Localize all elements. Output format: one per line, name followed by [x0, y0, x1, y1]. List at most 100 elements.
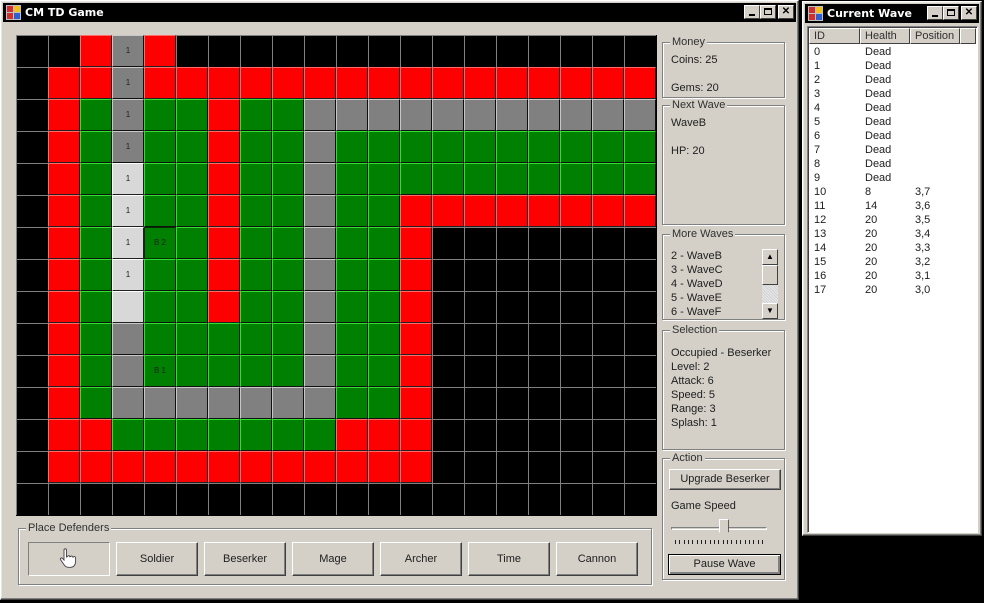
wave-row[interactable]: 2 Dead: [809, 73, 960, 87]
grid-cell[interactable]: [432, 419, 464, 451]
grid-cell[interactable]: [336, 419, 368, 451]
grid-cell[interactable]: [208, 131, 240, 163]
wave-row[interactable]: 1 Dead: [809, 59, 960, 73]
grid-cell[interactable]: [304, 291, 336, 323]
grid-cell[interactable]: [272, 483, 304, 515]
grid-cell[interactable]: [144, 419, 176, 451]
grid-cell[interactable]: [528, 67, 560, 99]
grid-cell[interactable]: [208, 483, 240, 515]
pause-wave-button[interactable]: Pause Wave: [668, 554, 781, 575]
grid-cell[interactable]: [16, 451, 48, 483]
wave-row[interactable]: 3 Dead: [809, 87, 960, 101]
grid-cell[interactable]: [496, 291, 528, 323]
grid-cell[interactable]: [144, 451, 176, 483]
grid-cell[interactable]: [592, 483, 624, 515]
grid-cell[interactable]: [592, 323, 624, 355]
grid-cell[interactable]: [112, 323, 144, 355]
grid-cell[interactable]: [432, 131, 464, 163]
grid-cell[interactable]: [48, 323, 80, 355]
grid-cell[interactable]: [336, 323, 368, 355]
grid-cell[interactable]: [528, 195, 560, 227]
grid-cell[interactable]: [208, 323, 240, 355]
grid-cell[interactable]: [144, 99, 176, 131]
grid-cell[interactable]: [560, 451, 592, 483]
grid-cell[interactable]: [528, 323, 560, 355]
grid-cell[interactable]: [464, 259, 496, 291]
grid-cell[interactable]: [304, 99, 336, 131]
grid-cell[interactable]: [624, 451, 656, 483]
grid-cell[interactable]: [304, 163, 336, 195]
grid-cell[interactable]: [624, 227, 656, 259]
grid-cell[interactable]: [80, 419, 112, 451]
grid-cell[interactable]: [272, 291, 304, 323]
grid-cell[interactable]: [336, 131, 368, 163]
grid-cell[interactable]: [272, 259, 304, 291]
grid-cell[interactable]: [560, 195, 592, 227]
grid-cell[interactable]: [400, 323, 432, 355]
wave-row[interactable]: 7 Dead: [809, 143, 960, 157]
grid-cell-selected[interactable]: B 2: [144, 227, 176, 259]
grid-cell[interactable]: [496, 387, 528, 419]
grid-cell[interactable]: 1: [112, 35, 144, 67]
defender-button-time[interactable]: Time: [468, 542, 550, 576]
grid-cell[interactable]: [592, 291, 624, 323]
defender-button-beserker[interactable]: Beserker: [204, 542, 286, 576]
grid-cell[interactable]: [48, 67, 80, 99]
scroll-down-button[interactable]: ▼: [762, 303, 778, 319]
grid-cell[interactable]: [624, 291, 656, 323]
grid-cell[interactable]: [176, 163, 208, 195]
grid-cell[interactable]: [528, 387, 560, 419]
grid-cell[interactable]: [624, 99, 656, 131]
slider-thumb[interactable]: [718, 519, 729, 537]
grid-cell[interactable]: [240, 259, 272, 291]
grid-cell[interactable]: [368, 67, 400, 99]
grid-cell[interactable]: [496, 67, 528, 99]
grid-cell[interactable]: [464, 355, 496, 387]
grid-cell[interactable]: [80, 291, 112, 323]
grid-cell[interactable]: [272, 99, 304, 131]
wave-row[interactable]: 8 Dead: [809, 157, 960, 171]
grid-cell[interactable]: [592, 419, 624, 451]
grid-cell[interactable]: [496, 227, 528, 259]
grid-cell[interactable]: [560, 419, 592, 451]
grid-cell[interactable]: [144, 259, 176, 291]
grid-cell[interactable]: [272, 163, 304, 195]
grid-cell[interactable]: [48, 259, 80, 291]
grid-cell[interactable]: [368, 291, 400, 323]
grid-cell[interactable]: [336, 67, 368, 99]
grid-cell[interactable]: [528, 451, 560, 483]
grid-cell[interactable]: [336, 259, 368, 291]
grid-cell[interactable]: [368, 163, 400, 195]
grid-cell[interactable]: [592, 195, 624, 227]
grid-cell[interactable]: [144, 131, 176, 163]
grid-cell[interactable]: 1: [112, 99, 144, 131]
grid-cell[interactable]: [400, 291, 432, 323]
grid-cell[interactable]: [272, 35, 304, 67]
grid-cell[interactable]: [208, 195, 240, 227]
grid-cell[interactable]: [400, 451, 432, 483]
grid-cell[interactable]: [400, 131, 432, 163]
grid-cell[interactable]: [592, 259, 624, 291]
grid-cell[interactable]: [240, 387, 272, 419]
grid-cell[interactable]: [48, 195, 80, 227]
grid-cell[interactable]: [80, 67, 112, 99]
grid-cell[interactable]: [240, 323, 272, 355]
grid-cell[interactable]: [48, 163, 80, 195]
grid-cell[interactable]: [208, 355, 240, 387]
grid-cell[interactable]: [368, 483, 400, 515]
wave-close-button[interactable]: ✕: [961, 6, 977, 20]
grid-cell[interactable]: [272, 323, 304, 355]
grid-cell[interactable]: [528, 483, 560, 515]
grid-cell[interactable]: [560, 99, 592, 131]
grid-cell[interactable]: [368, 35, 400, 67]
wave-list-item[interactable]: 6 - WaveF: [671, 305, 723, 319]
grid-cell[interactable]: [368, 195, 400, 227]
grid-cell[interactable]: [304, 131, 336, 163]
grid-cell[interactable]: [528, 163, 560, 195]
grid-cell[interactable]: [464, 35, 496, 67]
defender-button-archer[interactable]: Archer: [380, 542, 462, 576]
grid-cell[interactable]: [272, 419, 304, 451]
wave-titlebar[interactable]: Current Wave ✕: [805, 4, 979, 23]
wave-list-item[interactable]: 5 - WaveE: [671, 291, 723, 305]
grid-cell[interactable]: [144, 163, 176, 195]
